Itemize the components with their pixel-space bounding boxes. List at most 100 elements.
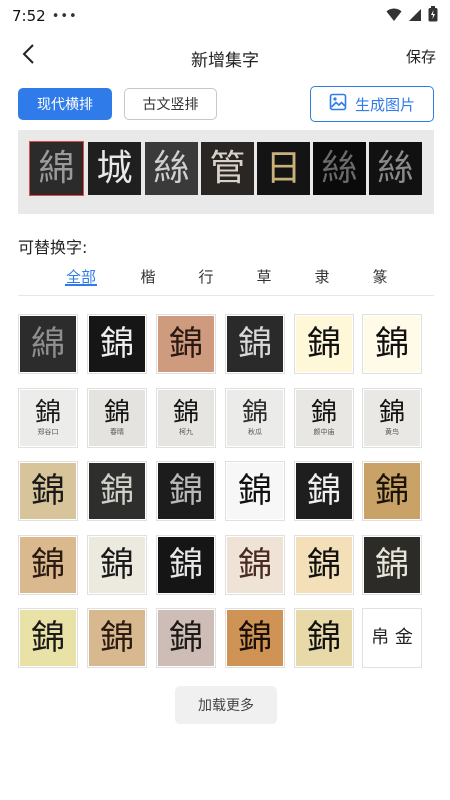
preview-char-slot[interactable]: 日 xyxy=(257,142,310,195)
preview-char-slot[interactable]: 綿 xyxy=(29,141,84,196)
char-variant-image: 錦 xyxy=(89,610,145,666)
modern-horizontal-button[interactable]: 现代横排 xyxy=(18,88,112,120)
tab-zhuan[interactable]: 篆 xyxy=(360,266,400,287)
char-variant-image: 錦春晴 xyxy=(89,390,145,446)
preview-char-slot[interactable]: 絲 xyxy=(313,142,366,195)
preview-char: 城 xyxy=(88,142,141,195)
char-variant-cell[interactable]: 錦 xyxy=(225,535,285,595)
tab-kai[interactable]: 楷 xyxy=(128,266,168,287)
char-variant-glyph: 錦 xyxy=(375,324,409,364)
char-variant-cell[interactable]: 錦 xyxy=(294,461,354,521)
tab-li[interactable]: 隶 xyxy=(302,266,342,287)
status-icons xyxy=(386,6,438,26)
battery-icon xyxy=(428,6,438,26)
char-variant-cell[interactable]: 錦秋瓜 xyxy=(225,388,285,448)
char-variant-image: 錦 xyxy=(158,316,214,372)
char-variant-glyph: 錦 xyxy=(34,398,61,428)
char-variant-cell[interactable]: 錦 xyxy=(87,314,147,374)
char-variant-cell[interactable]: 錦 xyxy=(18,461,78,521)
preview-strip: 綿 城 絲 管 日 絲 絲 xyxy=(18,130,434,214)
char-variant-cell[interactable]: 錦 xyxy=(294,608,354,668)
char-variant-image: 錦黄鸟 xyxy=(364,390,420,446)
char-variant-glyph: 錦 xyxy=(378,398,405,428)
char-variant-cell[interactable]: 錦郑谷口 xyxy=(18,388,78,448)
nav-bar: 新增集字 保存 xyxy=(0,36,450,76)
char-variant-cell[interactable]: 錦 xyxy=(156,461,216,521)
page-title: 新增集字 xyxy=(191,51,259,71)
char-variant-glyph: 錦 xyxy=(172,398,199,428)
active-tab-underline xyxy=(65,284,97,286)
char-variant-image: 錦 xyxy=(158,463,214,519)
char-variant-glyph: 錦 xyxy=(31,545,65,585)
char-variant-glyph: 錦 xyxy=(238,471,272,511)
tab-cao[interactable]: 草 xyxy=(244,266,284,287)
char-variant-cell[interactable]: 錦 xyxy=(87,461,147,521)
wifi-icon xyxy=(386,7,402,26)
generate-image-button[interactable]: 生成图片 xyxy=(310,86,434,122)
char-variant-cell[interactable]: 錦 xyxy=(362,535,422,595)
preview-char-slot[interactable]: 絲 xyxy=(369,142,422,195)
char-variant-glyph: 錦 xyxy=(307,471,341,511)
status-bar: 7:52 ••• xyxy=(0,0,450,32)
char-variant-cell[interactable]: 錦 xyxy=(362,314,422,374)
char-variant-image: 錦柯九 xyxy=(158,390,214,446)
char-variant-glyph: 錦 xyxy=(375,545,409,585)
char-variant-cell[interactable]: 綿 xyxy=(18,314,78,374)
char-variant-cell[interactable]: 錦 xyxy=(294,535,354,595)
char-variant-image: 錦颜中庙 xyxy=(296,390,352,446)
char-variant-glyph: 錦 xyxy=(103,398,130,428)
char-variant-caption: 黄鸟 xyxy=(385,428,399,436)
char-variant-caption: 柯九 xyxy=(179,428,193,436)
char-variant-caption: 颜中庙 xyxy=(313,428,335,436)
save-button[interactable]: 保存 xyxy=(406,46,436,67)
preview-char-slot[interactable]: 管 xyxy=(201,142,254,195)
char-variant-glyph: 錦 xyxy=(238,545,272,585)
char-variant-image: 錦 xyxy=(89,316,145,372)
char-variant-image: 錦 xyxy=(364,316,420,372)
load-more-button[interactable]: 加载更多 xyxy=(175,686,277,724)
char-variant-glyph: 帛 金 xyxy=(371,627,413,648)
char-variant-image: 錦 xyxy=(227,463,283,519)
char-variant-cell[interactable]: 錦 xyxy=(156,314,216,374)
char-variant-cell[interactable]: 錦 xyxy=(156,608,216,668)
char-variant-glyph: 錦 xyxy=(100,471,134,511)
char-variant-image: 錦 xyxy=(296,537,352,593)
char-variant-glyph: 錦 xyxy=(238,618,272,658)
preview-char: 日 xyxy=(257,142,310,195)
char-variant-cell[interactable]: 錦春晴 xyxy=(87,388,147,448)
char-variant-image: 錦 xyxy=(296,316,352,372)
layout-mode-row: 现代横排 古文竖排 生成图片 xyxy=(18,86,434,122)
tab-xing[interactable]: 行 xyxy=(186,266,226,287)
char-variant-cell[interactable]: 錦柯九 xyxy=(156,388,216,448)
char-variant-cell[interactable]: 錦 xyxy=(87,535,147,595)
char-variant-cell[interactable]: 錦 xyxy=(18,608,78,668)
char-variant-cell[interactable]: 錦 xyxy=(225,461,285,521)
char-variant-cell[interactable]: 帛 金 xyxy=(362,608,422,668)
char-variant-cell[interactable]: 錦颜中庙 xyxy=(294,388,354,448)
generate-image-label: 生成图片 xyxy=(354,95,415,114)
char-variant-cell[interactable]: 錦黄鸟 xyxy=(362,388,422,448)
char-variant-glyph: 錦 xyxy=(169,545,203,585)
char-variant-glyph: 綿 xyxy=(31,324,65,364)
ancient-vertical-button[interactable]: 古文竖排 xyxy=(124,88,217,120)
char-variant-glyph: 錦 xyxy=(169,324,203,364)
alternates-label: 可替换字: xyxy=(18,238,88,257)
char-variant-image: 錦 xyxy=(20,537,76,593)
char-variant-image: 錦 xyxy=(158,537,214,593)
char-variant-cell[interactable]: 錦 xyxy=(294,314,354,374)
char-variant-cell[interactable]: 錦 xyxy=(225,608,285,668)
preview-char-slot[interactable]: 絲 xyxy=(145,142,198,195)
status-time: 7:52 xyxy=(12,7,46,25)
char-variant-glyph: 錦 xyxy=(100,324,134,364)
char-variant-glyph: 錦 xyxy=(241,398,268,428)
preview-char-slot[interactable]: 城 xyxy=(88,142,141,195)
char-variant-image: 錦 xyxy=(364,537,420,593)
char-variant-cell[interactable]: 錦 xyxy=(87,608,147,668)
char-variant-cell[interactable]: 錦 xyxy=(362,461,422,521)
char-variant-image: 錦 xyxy=(20,463,76,519)
char-variant-cell[interactable]: 錦 xyxy=(18,535,78,595)
char-variant-cell[interactable]: 錦 xyxy=(156,535,216,595)
char-variant-cell[interactable]: 錦 xyxy=(225,314,285,374)
preview-char: 絲 xyxy=(313,142,366,195)
char-variant-image: 錦郑谷口 xyxy=(20,390,76,446)
